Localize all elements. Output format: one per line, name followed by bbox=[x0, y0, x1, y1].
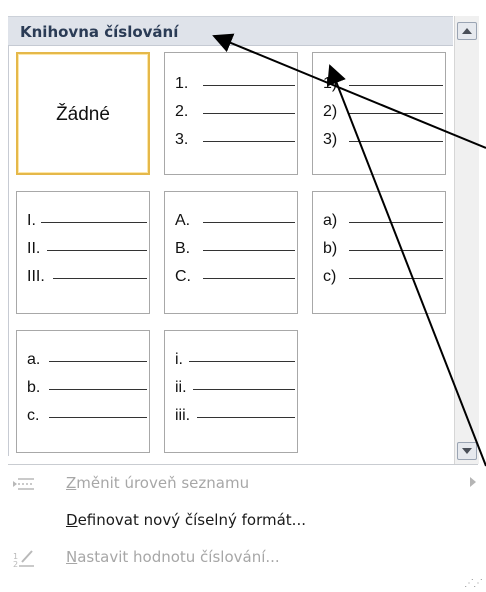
annotation-arrows bbox=[212, 33, 486, 467]
numbering-library-panel: Knihovna číslování Žádné 1. 2. 3. 1) 2) … bbox=[0, 0, 486, 592]
annotation-arrow-title bbox=[212, 33, 486, 149]
annotation-arrow-scroll bbox=[327, 64, 486, 467]
